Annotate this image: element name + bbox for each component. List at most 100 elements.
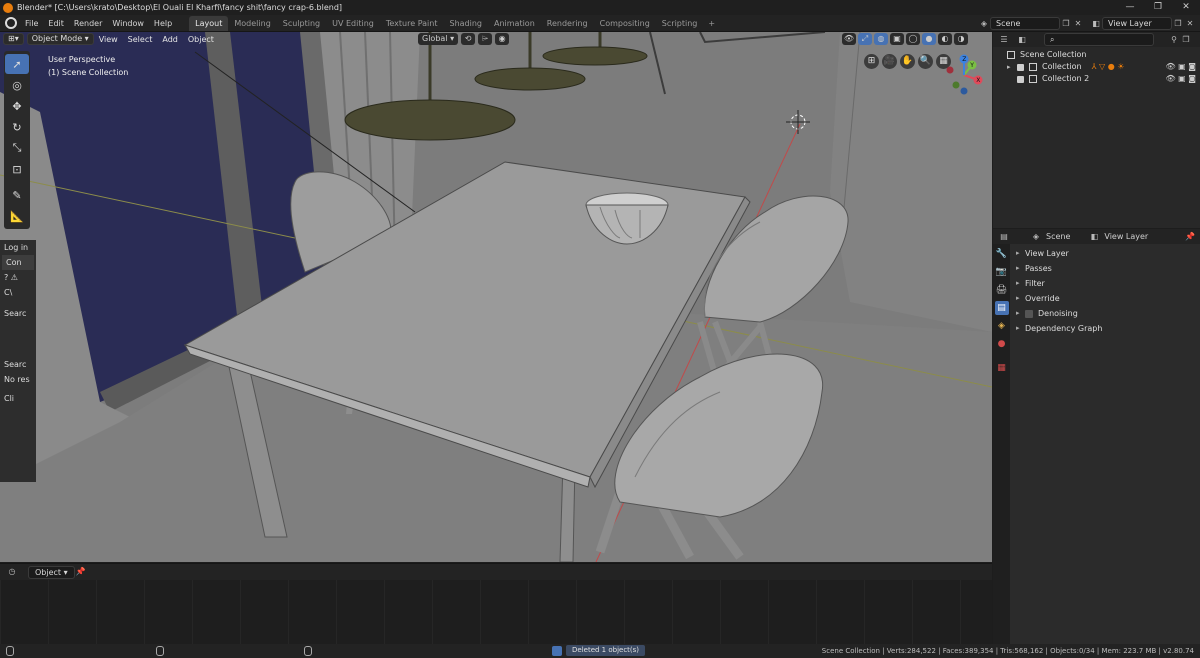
tab-compositing[interactable]: Compositing: [594, 16, 656, 31]
rotate-tool-icon[interactable]: ↻: [5, 117, 29, 137]
timeline-area[interactable]: [0, 580, 992, 644]
outliner-row-collection-2[interactable]: Collection 2 👁 ▣ ◙: [993, 73, 1200, 85]
section-filter[interactable]: ▸ Filter: [1010, 276, 1200, 291]
tab-scripting[interactable]: Scripting: [656, 16, 704, 31]
new-scene-icon[interactable]: ❐: [1060, 18, 1072, 30]
orientation-dropdown[interactable]: Global ▾: [418, 33, 459, 45]
tab-rendering[interactable]: Rendering: [541, 16, 594, 31]
shading-wireframe-icon[interactable]: ◯: [906, 33, 920, 45]
status-report[interactable]: Deleted 1 object(s): [552, 645, 646, 656]
tab-sculpting[interactable]: Sculpting: [277, 16, 326, 31]
menu-edit[interactable]: Edit: [43, 19, 69, 28]
panel-row-c[interactable]: C\: [0, 285, 36, 300]
shading-rendered-icon[interactable]: ◑: [954, 33, 968, 45]
viewport-menu-view[interactable]: View: [94, 35, 123, 44]
panel-search-2[interactable]: Searc: [0, 357, 36, 372]
select-box-tool-icon[interactable]: ➚: [5, 54, 29, 74]
panel-help-icon[interactable]: ? ⚠: [0, 270, 36, 285]
scene-tab-icon[interactable]: ◈: [995, 319, 1009, 333]
section-override[interactable]: ▸ Override: [1010, 291, 1200, 306]
cursor-tool-icon[interactable]: ◎: [5, 75, 29, 95]
expand-arrow-icon[interactable]: ▸: [1007, 61, 1017, 73]
world-tab-icon[interactable]: ●: [995, 337, 1009, 351]
visibility-icon[interactable]: 👁: [841, 33, 856, 45]
zoom-icon[interactable]: 🔍: [918, 54, 933, 69]
collection-2-checkbox[interactable]: [1017, 75, 1024, 83]
new-collection-icon[interactable]: ❐: [1180, 34, 1192, 46]
tab-layout[interactable]: Layout: [189, 15, 229, 31]
view-layer-icon[interactable]: ◧: [1090, 18, 1102, 30]
maximize-button[interactable]: ❐: [1144, 0, 1172, 15]
move-tool-icon[interactable]: ✥: [5, 96, 29, 116]
properties-editor-icon[interactable]: ▤: [998, 231, 1010, 243]
pan-hand-icon[interactable]: ✋: [900, 54, 915, 69]
pivot-icon[interactable]: ⟲: [461, 33, 476, 45]
view-layer-field[interactable]: View Layer: [1102, 17, 1172, 30]
menu-help[interactable]: Help: [149, 19, 177, 28]
context-scene-label[interactable]: Scene: [1046, 232, 1070, 241]
tab-texture-paint[interactable]: Texture Paint: [380, 16, 444, 31]
display-mode-icon[interactable]: ◧: [1016, 34, 1028, 46]
section-passes[interactable]: ▸ Passes: [1010, 261, 1200, 276]
collection-2-visibility-toggles[interactable]: 👁 ▣ ◙: [1165, 73, 1196, 85]
mode-dropdown[interactable]: Object Mode ▾: [26, 33, 94, 45]
snap-icon[interactable]: ⌲: [478, 33, 493, 45]
3d-viewport[interactable]: ⊞▾ Object Mode ▾ View Select Add Object …: [0, 32, 992, 562]
add-workspace-button[interactable]: +: [703, 19, 720, 28]
pin-icon[interactable]: 📌: [75, 566, 87, 578]
timeline-editor-icon[interactable]: ◷: [6, 566, 18, 578]
collection-visibility-toggles[interactable]: 👁 ▣ ◙: [1165, 61, 1196, 73]
gizmo-toggle-icon[interactable]: ⤢: [858, 33, 872, 45]
shading-material-icon[interactable]: ◐: [938, 33, 952, 45]
view-layer-tab-icon[interactable]: ▤: [994, 301, 1009, 315]
measure-tool-icon[interactable]: 📐: [5, 206, 29, 226]
transform-tool-icon[interactable]: ⊡: [5, 159, 29, 179]
outliner-search-input[interactable]: ⌕: [1044, 33, 1154, 46]
viewport-menu-add[interactable]: Add: [157, 35, 183, 44]
xray-icon[interactable]: ▣: [890, 33, 904, 45]
menu-file[interactable]: File: [20, 19, 43, 28]
section-dependency-graph[interactable]: ▸ Dependency Graph: [1010, 321, 1200, 336]
menu-render[interactable]: Render: [69, 19, 107, 28]
section-denoising[interactable]: ▸ Denoising: [1010, 306, 1200, 321]
shading-solid-icon[interactable]: ●: [922, 33, 936, 45]
proportional-edit-icon[interactable]: ◉: [495, 33, 510, 45]
panel-log-in[interactable]: Log in: [0, 240, 36, 255]
outliner-row-collection[interactable]: ▸ Collection ⅄ ▽ ● ☀ 👁 ▣ ◙: [993, 61, 1200, 73]
panel-search-1[interactable]: Searc: [0, 306, 36, 321]
texture-tab-icon[interactable]: ▦: [995, 361, 1009, 375]
viewport-menu-select[interactable]: Select: [123, 35, 158, 44]
annotate-tool-icon[interactable]: ✎: [5, 185, 29, 205]
timeline-mode-dropdown[interactable]: Object ▾: [28, 565, 75, 579]
properties-pin-icon[interactable]: 📌: [1184, 231, 1196, 243]
minimize-button[interactable]: —: [1116, 0, 1144, 15]
scene-field[interactable]: Scene: [990, 17, 1060, 30]
outliner-row-scene-collection[interactable]: Scene Collection: [993, 49, 1200, 61]
camera-view-icon[interactable]: 🎥: [882, 54, 897, 69]
denoising-checkbox[interactable]: [1025, 309, 1033, 318]
outliner-editor-icon[interactable]: ☰: [998, 34, 1010, 46]
delete-view-layer-icon[interactable]: ✕: [1184, 18, 1196, 30]
scale-tool-icon[interactable]: ⤡: [5, 138, 29, 158]
tool-tab-icon[interactable]: 🔧: [995, 247, 1009, 261]
editor-type-dropdown[interactable]: ⊞▾: [3, 33, 24, 45]
blender-logo-icon[interactable]: [5, 17, 17, 29]
panel-connect-button[interactable]: Con: [2, 255, 34, 270]
filter-icon[interactable]: ⚲: [1168, 34, 1180, 46]
menu-window[interactable]: Window: [107, 19, 149, 28]
render-tab-icon[interactable]: 📷: [995, 265, 1009, 279]
section-view-layer[interactable]: ▸ View Layer: [1010, 246, 1200, 261]
grid-view-icon[interactable]: ⊞: [864, 54, 879, 69]
scene-icon[interactable]: ◈: [978, 18, 990, 30]
overlay-toggle-icon[interactable]: ◍: [874, 33, 888, 45]
tab-uv-editing[interactable]: UV Editing: [326, 16, 380, 31]
navigation-gizmo[interactable]: X Y Z: [942, 53, 986, 97]
delete-scene-icon[interactable]: ✕: [1072, 18, 1084, 30]
context-view-layer-label[interactable]: View Layer: [1104, 232, 1148, 241]
viewport-menu-object[interactable]: Object: [183, 35, 219, 44]
collection-checkbox[interactable]: [1017, 63, 1024, 71]
tab-modeling[interactable]: Modeling: [228, 16, 276, 31]
tab-animation[interactable]: Animation: [488, 16, 541, 31]
panel-clip[interactable]: Cli: [0, 391, 36, 406]
new-view-layer-icon[interactable]: ❐: [1172, 18, 1184, 30]
